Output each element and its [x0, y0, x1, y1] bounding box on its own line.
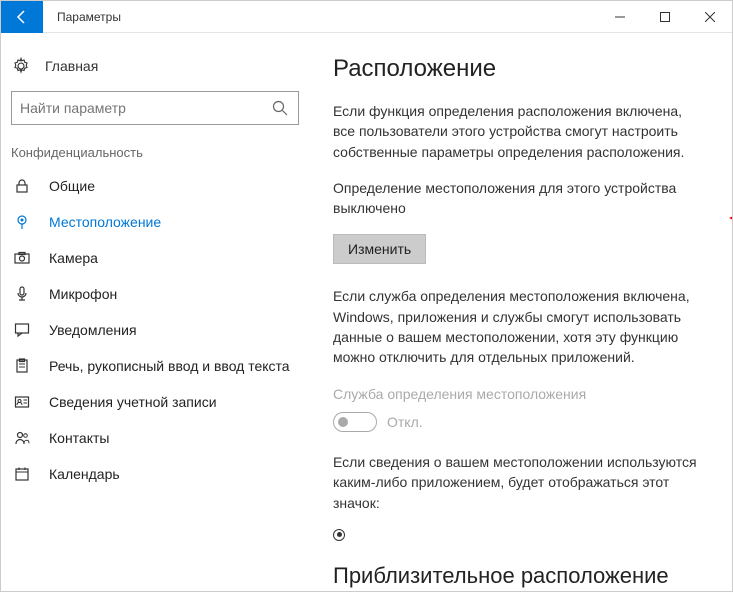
annotation-arrow [729, 205, 732, 231]
window-title: Параметры [57, 10, 597, 24]
service-description: Если служба определения местоположения в… [333, 286, 704, 367]
chat-icon [13, 322, 31, 338]
indicator-description: Если сведения о вашем местоположении исп… [333, 452, 704, 513]
description-text: Если функция определения расположения вк… [333, 101, 704, 162]
location-indicator-icon [333, 529, 345, 541]
window-controls [597, 1, 732, 33]
close-button[interactable] [687, 1, 732, 33]
sidebar-item-calendar[interactable]: Календарь [1, 456, 309, 492]
home-link[interactable]: Главная [1, 51, 309, 81]
sidebar-item-label: Контакты [49, 430, 109, 446]
category-label: Конфиденциальность [1, 141, 309, 168]
search-icon [272, 100, 290, 116]
people-icon [13, 430, 31, 446]
minimize-icon [615, 12, 625, 22]
sidebar-item-label: Речь, рукописный ввод и ввод текста [49, 358, 290, 374]
microphone-icon [13, 286, 31, 302]
sidebar: Главная Конфиденциальность Общие Местопо… [1, 33, 309, 591]
location-icon [13, 214, 31, 230]
back-button[interactable] [1, 1, 43, 33]
status-text: Определение местоположения для этого уст… [333, 178, 704, 219]
sidebar-item-general[interactable]: Общие [1, 168, 309, 204]
search-input[interactable] [11, 91, 299, 125]
sidebar-item-microphone[interactable]: Микрофон [1, 276, 309, 312]
sidebar-item-account[interactable]: Сведения учетной записи [1, 384, 309, 420]
close-icon [705, 12, 715, 22]
id-icon [13, 394, 31, 410]
lock-icon [13, 178, 31, 194]
calendar-icon [13, 466, 31, 482]
clipboard-icon [13, 358, 31, 374]
sidebar-item-label: Календарь [49, 466, 120, 482]
sidebar-item-label: Камера [49, 250, 98, 266]
maximize-icon [660, 12, 670, 22]
change-button[interactable]: Изменить [333, 234, 426, 264]
location-service-toggle[interactable] [333, 412, 377, 432]
minimize-button[interactable] [597, 1, 642, 33]
sidebar-item-contacts[interactable]: Контакты [1, 420, 309, 456]
maximize-button[interactable] [642, 1, 687, 33]
home-label: Главная [45, 58, 98, 74]
service-label: Служба определения местоположения [333, 384, 704, 404]
sidebar-item-camera[interactable]: Камера [1, 240, 309, 276]
toggle-state: Откл. [387, 414, 423, 430]
section-heading: Приблизительное расположение [333, 563, 704, 589]
titlebar: Параметры [1, 1, 732, 33]
sidebar-item-label: Местоположение [49, 214, 161, 230]
sidebar-item-label: Микрофон [49, 286, 117, 302]
toggle-row: Откл. [333, 412, 704, 432]
sidebar-item-speech[interactable]: Речь, рукописный ввод и ввод текста [1, 348, 309, 384]
arrow-left-icon [14, 9, 30, 25]
sidebar-item-location[interactable]: Местоположение [1, 204, 309, 240]
main-content: Расположение Если функция определения ра… [309, 33, 732, 591]
page-title: Расположение [333, 55, 704, 83]
sidebar-item-notifications[interactable]: Уведомления [1, 312, 309, 348]
search-field[interactable] [20, 100, 272, 116]
camera-icon [13, 250, 31, 266]
nav-list: Общие Местоположение Камера Микрофон Уве… [1, 168, 309, 591]
sidebar-item-label: Уведомления [49, 322, 137, 338]
sidebar-item-label: Общие [49, 178, 95, 194]
gear-icon [11, 57, 31, 75]
sidebar-item-label: Сведения учетной записи [49, 394, 217, 410]
